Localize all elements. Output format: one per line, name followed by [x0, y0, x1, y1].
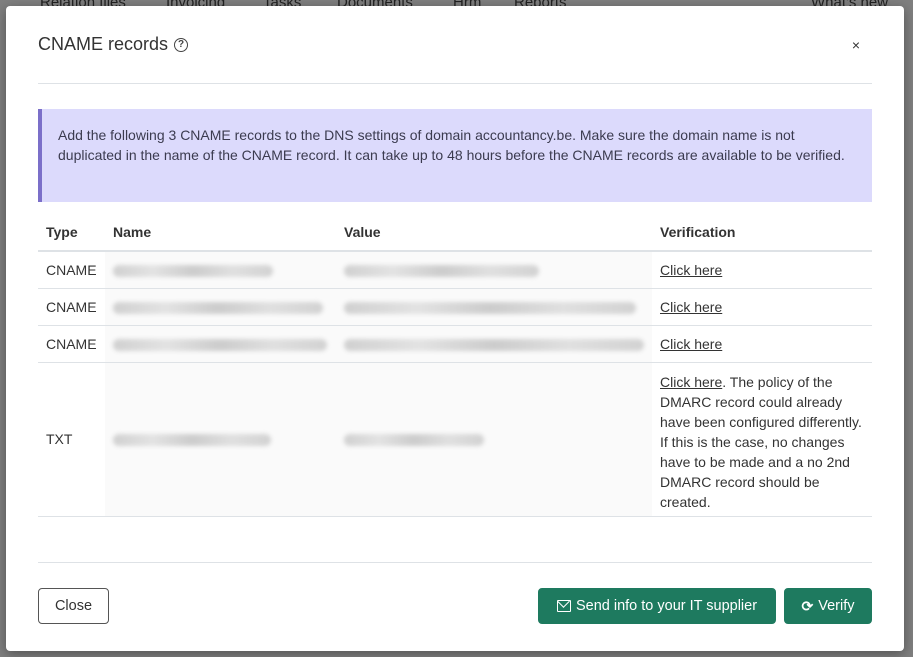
modal-title: CNAME records ? — [38, 34, 872, 55]
header-value: Value — [336, 218, 652, 252]
record-verification: Click here — [652, 251, 872, 289]
table-row: TXT Click here. The policy of the DMARC … — [38, 362, 872, 517]
record-type: CNAME — [38, 325, 105, 363]
record-verification: Click here — [652, 325, 872, 363]
record-value-redacted — [336, 325, 652, 363]
question-circle-icon[interactable]: ? — [174, 37, 189, 52]
cname-records-modal: CNAME records ? × Add the following 3 CN… — [6, 6, 904, 651]
record-value-redacted — [336, 362, 652, 517]
record-type: CNAME — [38, 251, 105, 289]
modal-title-text: CNAME records — [38, 34, 169, 54]
record-verification: Click here — [652, 288, 872, 326]
footer-divider — [38, 562, 872, 563]
send-info-label: Send info to your IT supplier — [575, 598, 758, 614]
table-row: CNAME Click here — [38, 288, 872, 326]
verification-link[interactable]: Click here — [660, 336, 722, 352]
close-icon[interactable]: × — [852, 37, 860, 53]
table-row: CNAME Click here — [38, 325, 872, 363]
record-value-redacted — [336, 251, 652, 289]
record-type: CNAME — [38, 288, 105, 326]
header-name: Name — [105, 218, 336, 252]
table-row: CNAME Click here — [38, 251, 872, 289]
record-name-redacted — [105, 251, 336, 289]
table-header-row: Type Name Value Verification — [38, 218, 872, 252]
verification-link[interactable]: Click here — [660, 299, 722, 315]
envelope-icon — [556, 600, 571, 612]
record-value-redacted — [336, 288, 652, 326]
record-verification: Click here. The policy of the DMARC reco… — [652, 362, 872, 517]
close-button-label: Close — [54, 598, 93, 614]
close-button[interactable]: Close — [38, 588, 109, 624]
verification-link[interactable]: Click here — [660, 374, 722, 390]
record-type: TXT — [38, 362, 105, 517]
record-name-redacted — [105, 362, 336, 517]
record-name-redacted — [105, 288, 336, 326]
verification-link[interactable]: Click here — [660, 262, 722, 278]
records-table: Type Name Value Verification CNAME Click… — [38, 218, 872, 517]
info-alert: Add the following 3 CNAME records to the… — [38, 109, 872, 202]
record-name-redacted — [105, 325, 336, 363]
sync-icon: ⟳ — [801, 598, 814, 614]
verify-button[interactable]: ⟳ Verify — [784, 588, 872, 624]
dmarc-note: . The policy of the DMARC record could a… — [660, 373, 862, 510]
send-info-button[interactable]: Send info to your IT supplier — [538, 588, 776, 624]
header-verification: Verification — [652, 218, 872, 252]
verify-label: Verify — [818, 598, 855, 614]
modal-header: CNAME records ? × — [38, 28, 872, 84]
header-type: Type — [38, 218, 105, 252]
